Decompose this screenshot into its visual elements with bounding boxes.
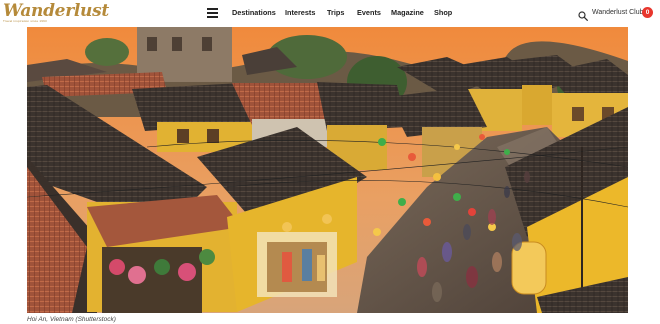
hero-caption: Hoi An, Vietnam (Shutterstock) bbox=[27, 316, 116, 323]
search-icon[interactable] bbox=[578, 8, 588, 21]
hamburger-menu-icon[interactable] bbox=[207, 8, 218, 18]
nav-events[interactable]: Events bbox=[357, 8, 381, 17]
wanderlust-club-link[interactable]: Wanderlust Club bbox=[592, 9, 644, 16]
brand-logo[interactable]: Wanderlust Travel inspiration since 1993 bbox=[3, 2, 109, 24]
site-header: Wanderlust Travel inspiration since 1993… bbox=[0, 0, 660, 27]
nav-trips[interactable]: Trips bbox=[327, 8, 344, 17]
nav-interests[interactable]: Interests bbox=[285, 8, 315, 17]
nav-shop[interactable]: Shop bbox=[434, 8, 452, 17]
hero-image[interactable] bbox=[27, 27, 628, 313]
nav-destinations[interactable]: Destinations bbox=[232, 8, 276, 17]
nav-magazine[interactable]: Magazine bbox=[391, 8, 424, 17]
club-count-badge: 0 bbox=[642, 7, 653, 18]
brand-name: Wanderlust bbox=[3, 1, 109, 21]
